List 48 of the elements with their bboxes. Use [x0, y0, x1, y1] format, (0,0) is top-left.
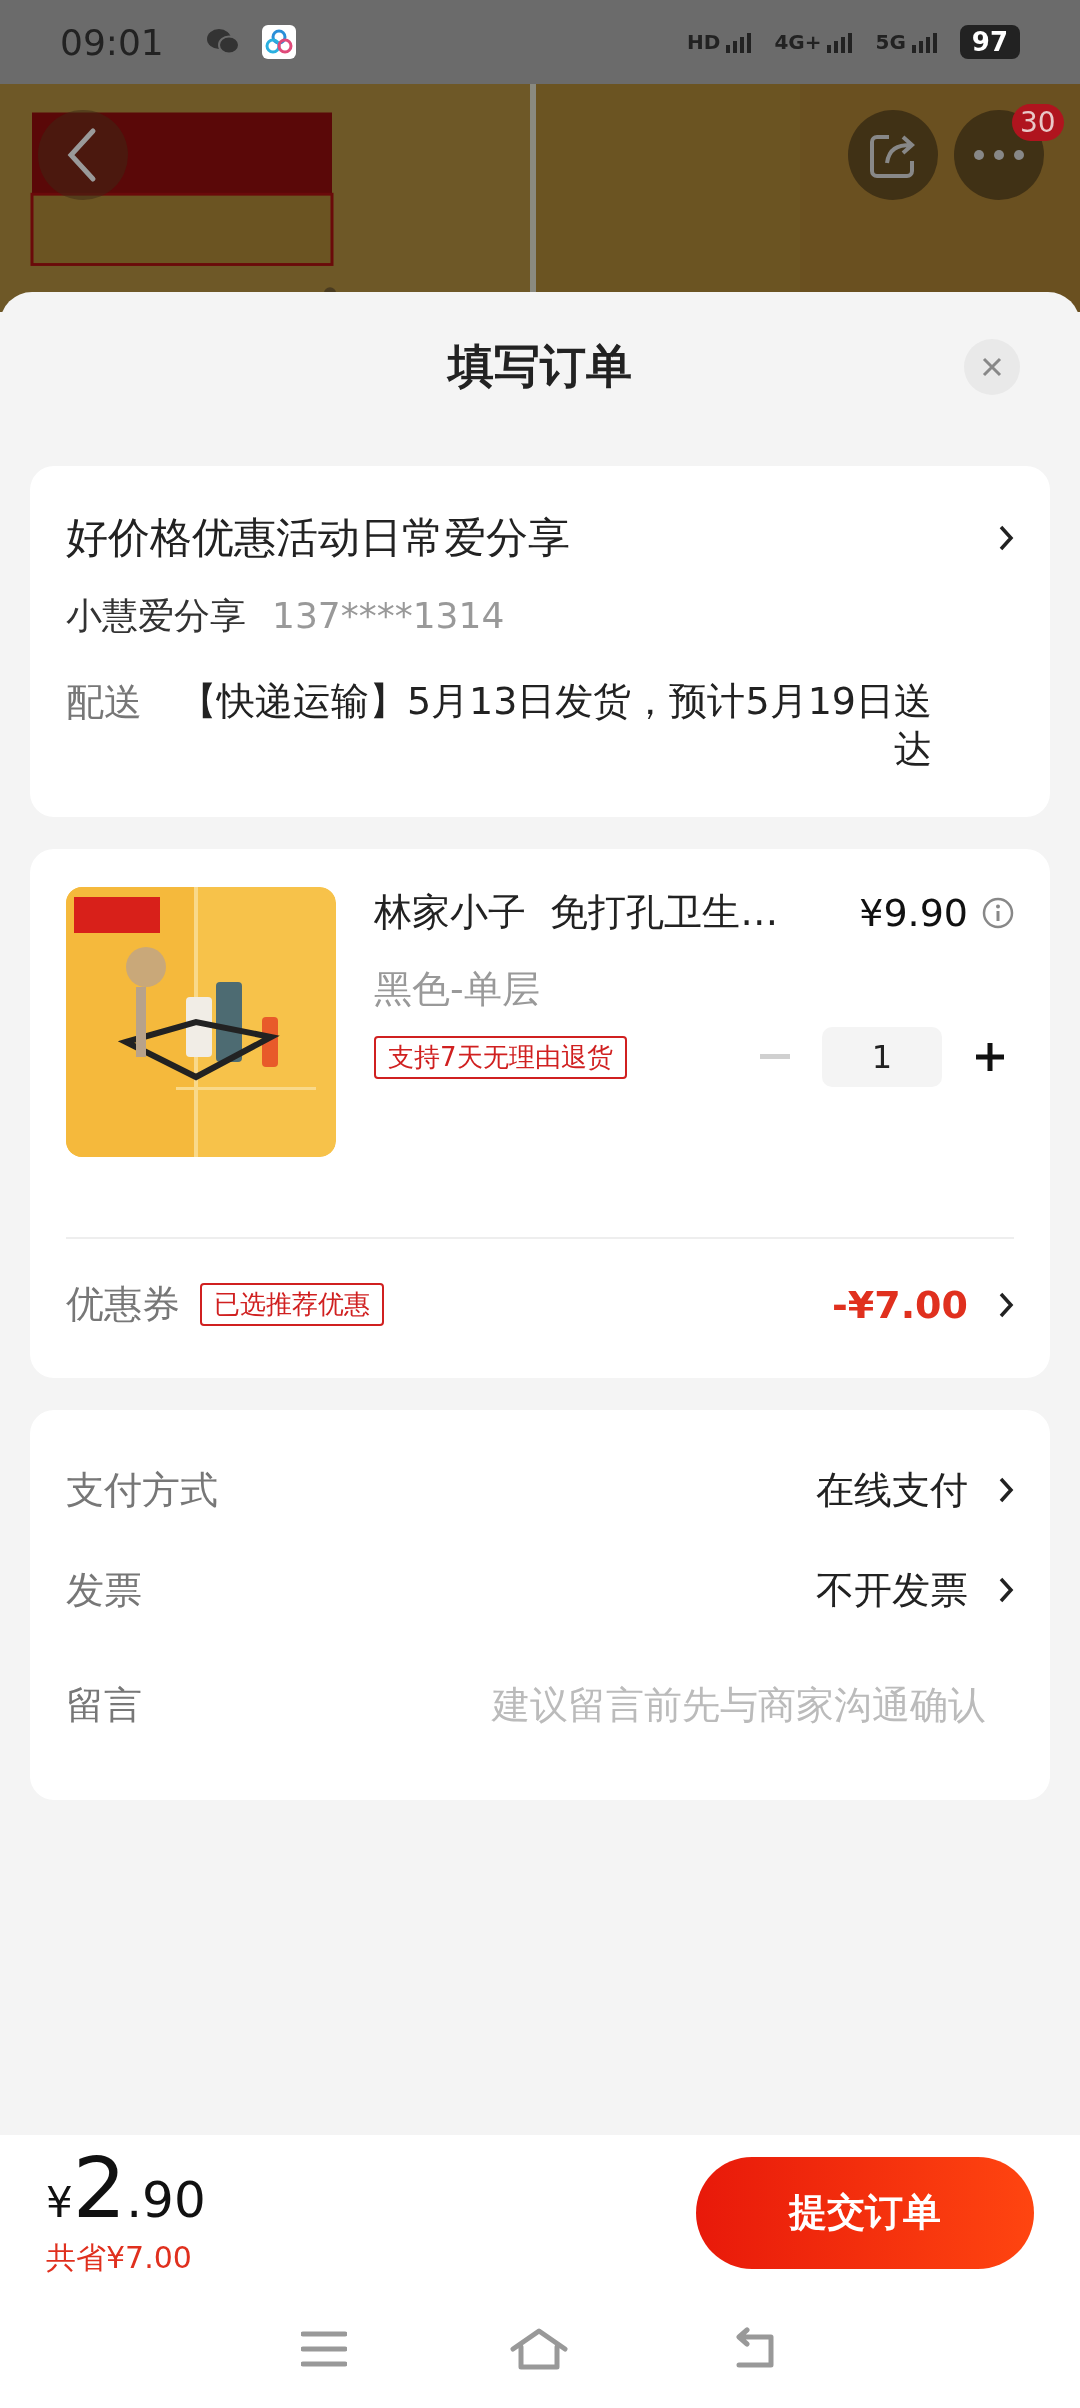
return-policy-tag: 支持7天无理由退货 [374, 1035, 627, 1079]
network-label: HD [687, 30, 721, 54]
savings-text: 共省¥7.00 [46, 2239, 193, 2277]
network-label: 5G [875, 30, 906, 54]
signal-icon [726, 31, 753, 53]
option-value: 不开发票 [816, 1566, 968, 1614]
option-label: 留言 [66, 1681, 142, 1729]
info-icon[interactable] [982, 896, 1014, 929]
signal-icon [827, 31, 854, 53]
chevron-icon [998, 1476, 1014, 1504]
option-label: 发票 [66, 1566, 142, 1614]
chevron-icon [998, 1576, 1014, 1604]
plus-icon [974, 1041, 1006, 1073]
submit-order-button[interactable]: 提交订单 [696, 2156, 1034, 2269]
home-icon[interactable] [510, 2327, 568, 2371]
chat-icon [205, 28, 240, 56]
product-title: 林家小子 免打孔卫生… [374, 889, 780, 936]
chevron-icon [998, 524, 1014, 552]
clock: 09:01 [60, 21, 164, 63]
recipient-name: 小慧爱分享 [66, 594, 246, 638]
coupon-row[interactable]: 优惠券 已选推荐优惠 -¥7.00 [66, 1279, 1014, 1330]
delivery-info: 【快递运输】5月13日发货，预计5月19日送达 [177, 678, 932, 773]
address-title: 好价格优惠活动日常爱分享 [66, 512, 570, 564]
product-price: ¥9.90 [859, 890, 968, 935]
more-icon [973, 149, 1025, 161]
message-field[interactable]: 建议留言前先与商家沟通确认 [162, 1682, 988, 1728]
coupon-tag: 已选推荐优惠 [200, 1283, 384, 1326]
address-card[interactable]: 好价格优惠活动日常爱分享 小慧爱分享 137****1314 配送 【快递运输】5月13日发货，预计5月19日送达 [30, 466, 1050, 817]
total-price: ¥2.90 [46, 2146, 206, 2230]
battery-icon: 97 [959, 25, 1020, 59]
minus-icon [760, 1054, 790, 1060]
network-label: 4G+ [774, 30, 822, 54]
coupon-discount: -¥7.00 [832, 1282, 968, 1327]
option-value: 在线支付 [816, 1466, 968, 1514]
signal-icon [911, 31, 938, 53]
product-spec: 黑色-单层 [374, 966, 541, 1013]
option-label: 支付方式 [66, 1466, 218, 1514]
close-icon [981, 356, 1003, 378]
quantity-field[interactable]: 1 [822, 1027, 942, 1087]
coupon-label: 优惠券 [66, 1281, 180, 1328]
phone-number: 137****1314 [272, 595, 505, 636]
sheet-title: 填写订单 [448, 338, 632, 395]
chevron-icon [998, 1290, 1014, 1319]
menu-icon[interactable] [301, 2330, 348, 2368]
option-row[interactable]: 发票 不开发票 [66, 1540, 1014, 1640]
option-row[interactable]: 支付方式 在线支付 [66, 1440, 1014, 1540]
app-icon [261, 25, 296, 59]
delivery-label: 配送 [66, 679, 142, 726]
